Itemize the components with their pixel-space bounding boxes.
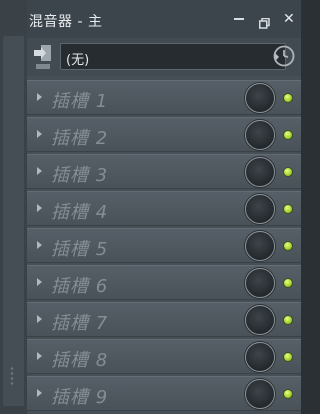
window-title: 混音器 - 主 [29, 14, 103, 30]
slot-expand-icon[interactable] [37, 93, 42, 101]
slot-expand-icon[interactable] [37, 241, 42, 249]
effect-slot[interactable]: 插槽 6 [27, 265, 301, 300]
mix-knob[interactable] [245, 305, 275, 335]
slot-label: 插槽 2 [51, 128, 109, 149]
maximize-button[interactable] [259, 14, 270, 29]
mix-knob[interactable] [245, 120, 275, 150]
slot-expand-icon[interactable] [37, 130, 42, 138]
left-strip-track [3, 36, 24, 406]
clock-icon[interactable] [272, 44, 296, 68]
slot-expand-icon[interactable] [37, 389, 42, 397]
mix-knob[interactable] [245, 83, 275, 113]
slot-expand-icon[interactable] [37, 204, 42, 212]
slot-expand-icon[interactable] [37, 278, 42, 286]
effect-slot[interactable]: 插槽 5 [27, 228, 301, 263]
effect-slot[interactable]: 插槽 8 [27, 339, 301, 374]
slot-label: 插槽 6 [51, 276, 109, 297]
effect-slot[interactable]: 插槽 3 [27, 154, 301, 189]
slot-enable-led[interactable] [283, 278, 293, 288]
effect-slot[interactable]: 插槽 4 [27, 191, 301, 226]
insert-toolbar: (无) [27, 38, 301, 76]
slot-enable-led[interactable] [283, 389, 293, 399]
mix-knob[interactable] [245, 194, 275, 224]
restore-icon [259, 17, 270, 29]
slot-enable-led[interactable] [283, 315, 293, 325]
slot-enable-led[interactable] [283, 241, 293, 251]
plug-in-icon [34, 45, 51, 69]
mix-knob[interactable] [245, 231, 275, 261]
effect-slot[interactable]: 插槽 7 [27, 302, 301, 337]
mix-knob[interactable] [245, 342, 275, 372]
effect-slot[interactable]: 插槽 9 [27, 376, 301, 411]
slot-label: 插槽 8 [51, 350, 109, 371]
effect-slot[interactable]: 插槽 1 [27, 80, 301, 115]
slot-enable-led[interactable] [283, 130, 293, 140]
slot-enable-led[interactable] [283, 93, 293, 103]
mix-knob[interactable] [245, 157, 275, 187]
title-bar[interactable]: 混音器 - 主 ✕ [27, 0, 301, 38]
slot-expand-icon[interactable] [37, 315, 42, 323]
preset-value: (无) [66, 53, 90, 68]
close-button[interactable]: ✕ [283, 12, 295, 26]
slot-enable-led[interactable] [283, 167, 293, 177]
slot-expand-icon[interactable] [37, 352, 42, 360]
effect-slot-list: 插槽 1 插槽 2 插槽 3 插槽 4 插槽 5 插槽 6 插槽 7 插槽 8 … [27, 80, 301, 413]
preset-dropdown[interactable]: (无) [60, 43, 286, 70]
slot-label: 插槽 3 [51, 165, 109, 186]
eq-plug-icon[interactable] [32, 41, 54, 71]
slot-label: 插槽 9 [51, 387, 109, 408]
slot-label: 插槽 7 [51, 313, 109, 334]
left-side-strip [0, 0, 27, 414]
slot-label: 插槽 5 [51, 239, 109, 260]
mixer-panel: 混音器 - 主 ✕ (无) 插槽 1 插槽 2 插槽 3 插槽 4 插槽 5 插… [27, 0, 301, 414]
slot-label: 插槽 1 [51, 91, 109, 112]
slot-enable-led[interactable] [283, 352, 293, 362]
minimize-button[interactable] [234, 18, 244, 20]
slot-label: 插槽 4 [51, 202, 109, 223]
resize-grip[interactable] [9, 366, 15, 386]
mix-knob[interactable] [245, 379, 275, 409]
mix-knob[interactable] [245, 268, 275, 298]
slot-expand-icon[interactable] [37, 167, 42, 175]
slot-enable-led[interactable] [283, 204, 293, 214]
effect-slot[interactable]: 插槽 2 [27, 117, 301, 152]
